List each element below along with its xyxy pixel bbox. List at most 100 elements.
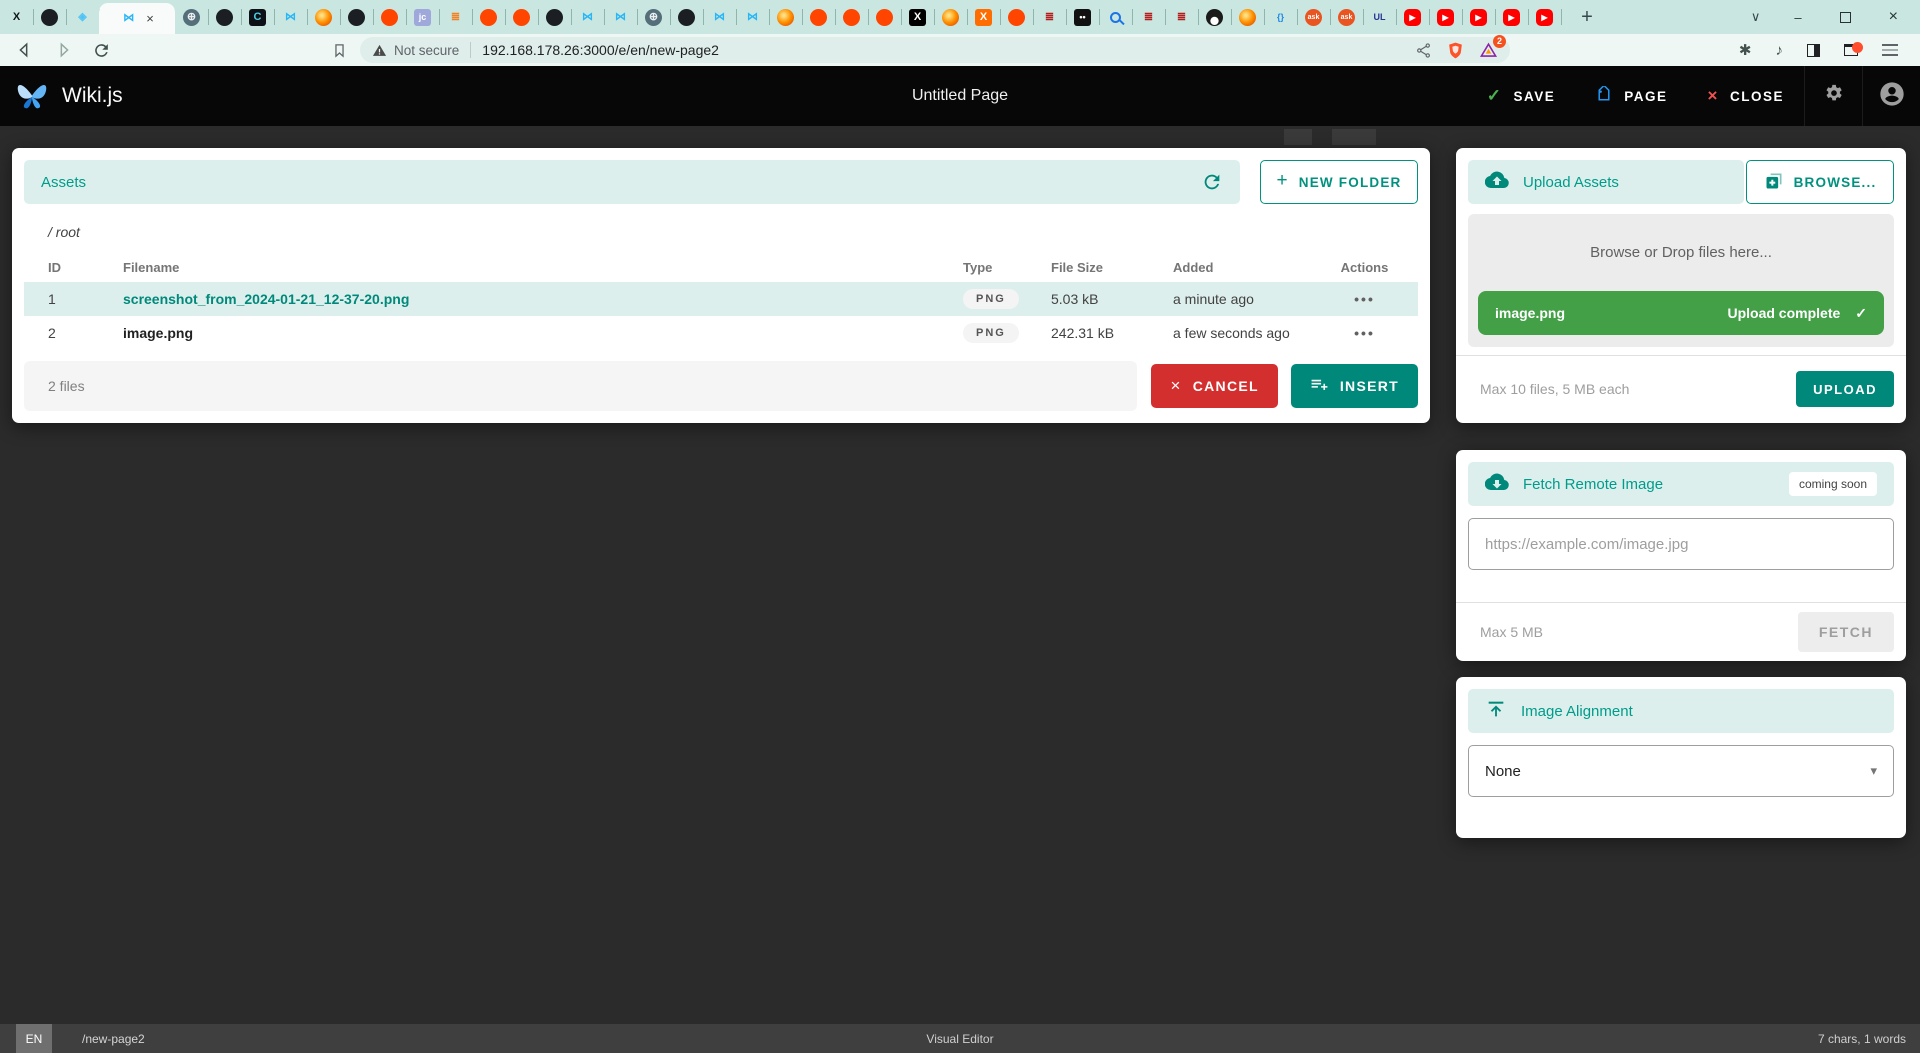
- cancel-button[interactable]: × CANCEL: [1151, 364, 1277, 408]
- browse-button[interactable]: BROWSE...: [1746, 160, 1894, 204]
- browser-tab-youtube[interactable]: ▶: [1462, 0, 1495, 34]
- address-bar[interactable]: Not secure 192.168.178.26:3000/e/en/new-…: [360, 37, 1510, 63]
- bookmark-icon[interactable]: [326, 37, 352, 63]
- upload-button[interactable]: UPLOAD: [1796, 371, 1894, 407]
- globe-app-favicon: ⊕: [183, 9, 200, 26]
- browser-tab-stackoverflow[interactable]: ≣: [439, 0, 472, 34]
- menu-icon[interactable]: [1882, 44, 1898, 56]
- window-controls: – ×: [1794, 8, 1898, 26]
- dropzone-text: Browse or Drop files here...: [1468, 214, 1894, 261]
- browser-tab-globe-app[interactable]: ⊕: [637, 0, 670, 34]
- browser-tab-globe-app[interactable]: ⊕: [175, 0, 208, 34]
- browser-tab-x-app[interactable]: X: [0, 0, 33, 34]
- security-label: Not secure: [394, 43, 459, 58]
- browser-tab-dots-app[interactable]: ••: [1066, 0, 1099, 34]
- browser-tab-wikijs[interactable]: ⋈: [571, 0, 604, 34]
- youtube-favicon: ▶: [1470, 9, 1487, 26]
- browser-tab-askubuntu[interactable]: ask: [1330, 0, 1363, 34]
- browser-tab-ul-app[interactable]: UL: [1363, 0, 1396, 34]
- browser-tab-reddit[interactable]: [472, 0, 505, 34]
- browser-tab-youtube[interactable]: ▶: [1528, 0, 1561, 34]
- browser-tab-github[interactable]: [538, 0, 571, 34]
- account-icon: [1878, 80, 1906, 113]
- browser-tab-list-app[interactable]: ≣: [1165, 0, 1198, 34]
- askubuntu-favicon: ask: [1305, 9, 1322, 26]
- browser-tab-reddit[interactable]: [1000, 0, 1033, 34]
- url-text[interactable]: 192.168.178.26:3000/e/en/new-page2: [482, 42, 1401, 58]
- browser-tab-diamond-app[interactable]: ◈: [66, 0, 99, 34]
- not-secure-warning-icon[interactable]: [372, 43, 387, 58]
- back-button[interactable]: [12, 37, 38, 63]
- browser-tab-askubuntu[interactable]: ask: [1297, 0, 1330, 34]
- account-button[interactable]: [1862, 66, 1920, 126]
- browser-tab-wikijs-active[interactable]: ⋈×: [99, 3, 175, 34]
- alignment-select[interactable]: None ▾: [1468, 745, 1894, 797]
- forward-button[interactable]: [50, 37, 76, 63]
- close-window-button[interactable]: ×: [1889, 8, 1898, 26]
- asset-filename[interactable]: screenshot_from_2024-01-21_12-37-20.png: [123, 291, 963, 307]
- browser-tab-reddit[interactable]: [868, 0, 901, 34]
- save-button[interactable]: ✓ SAVE: [1467, 66, 1576, 126]
- asset-actions-button[interactable]: •••: [1323, 291, 1406, 307]
- asset-row-2[interactable]: 2image.pngPNG242.31 kBa few seconds ago•…: [24, 316, 1418, 350]
- browser-tab-firefox[interactable]: [1231, 0, 1264, 34]
- settings-button[interactable]: [1804, 66, 1862, 126]
- extension-icon[interactable]: ✱: [1739, 41, 1752, 59]
- remote-image-url-input[interactable]: [1468, 518, 1894, 570]
- minimize-button[interactable]: –: [1794, 10, 1801, 25]
- browser-tab-reddit[interactable]: [835, 0, 868, 34]
- brand[interactable]: Wiki.js: [14, 79, 123, 114]
- github-favicon: [678, 9, 695, 26]
- browser-tab-firefox[interactable]: [769, 0, 802, 34]
- brave-rewards-icon[interactable]: 2: [1479, 41, 1498, 60]
- close-editor-button[interactable]: × CLOSE: [1688, 66, 1804, 126]
- asset-actions-button[interactable]: •••: [1323, 325, 1406, 341]
- tab-search-button[interactable]: ∨: [1751, 9, 1761, 25]
- browser-tab-youtube[interactable]: ▶: [1429, 0, 1462, 34]
- browser-tab-github[interactable]: [340, 0, 373, 34]
- media-extension-icon[interactable]: ♪: [1776, 42, 1784, 59]
- browser-tab-wikijs[interactable]: ⋈: [604, 0, 637, 34]
- window-manager-icon[interactable]: [1844, 44, 1858, 56]
- reader-mode-icon[interactable]: [1807, 44, 1820, 57]
- browser-tab-brackets-app[interactable]: {}: [1264, 0, 1297, 34]
- browser-tab-firefox[interactable]: [934, 0, 967, 34]
- browser-tab-youtube[interactable]: ▶: [1495, 0, 1528, 34]
- browser-tab-search-app[interactable]: [1099, 0, 1132, 34]
- asset-filename[interactable]: image.png: [123, 325, 963, 341]
- refresh-button[interactable]: [1201, 171, 1223, 193]
- page-properties-button[interactable]: PAGE: [1575, 66, 1687, 126]
- browser-tab-list-app[interactable]: ≣: [1132, 0, 1165, 34]
- dropzone[interactable]: Browse or Drop files here... image.png U…: [1468, 214, 1894, 347]
- browser-tab-xfce[interactable]: X: [967, 0, 1000, 34]
- browser-tab-reddit[interactable]: [505, 0, 538, 34]
- browser-tab-firefox[interactable]: [307, 0, 340, 34]
- browser-tab-jc-app[interactable]: jc: [406, 0, 439, 34]
- background-editor-remnant: [1332, 129, 1376, 145]
- browser-tab-code-app[interactable]: C: [241, 0, 274, 34]
- browser-tab-wikijs[interactable]: ⋈: [703, 0, 736, 34]
- insert-button[interactable]: INSERT: [1291, 364, 1418, 408]
- upload-footer: Max 10 files, 5 MB each UPLOAD: [1480, 355, 1894, 423]
- brave-shield-icon[interactable]: [1446, 41, 1465, 60]
- browser-tab-list-app[interactable]: ≣: [1033, 0, 1066, 34]
- browser-tab-github[interactable]: [208, 0, 241, 34]
- browser-tab-youtube[interactable]: ▶: [1396, 0, 1429, 34]
- browser-tab-wikijs[interactable]: ⋈: [736, 0, 769, 34]
- browser-tab-x-chip[interactable]: X: [901, 0, 934, 34]
- browser-tab-github[interactable]: [670, 0, 703, 34]
- new-tab-button[interactable]: +: [1573, 6, 1601, 29]
- new-folder-button[interactable]: + NEW FOLDER: [1260, 160, 1418, 204]
- browser-tab-penguin[interactable]: [1198, 0, 1231, 34]
- maximize-button[interactable]: [1840, 12, 1851, 23]
- browser-tab-reddit[interactable]: [373, 0, 406, 34]
- share-icon[interactable]: [1415, 42, 1432, 59]
- fetch-button[interactable]: FETCH: [1798, 612, 1894, 652]
- browser-tab-reddit[interactable]: [802, 0, 835, 34]
- language-badge[interactable]: EN: [16, 1024, 52, 1053]
- reload-button[interactable]: [88, 37, 114, 63]
- tab-close-icon[interactable]: ×: [146, 12, 154, 25]
- browser-tab-wikijs[interactable]: ⋈: [274, 0, 307, 34]
- asset-row-1[interactable]: 1screenshot_from_2024-01-21_12-37-20.png…: [24, 282, 1418, 316]
- browser-tab-github[interactable]: [33, 0, 66, 34]
